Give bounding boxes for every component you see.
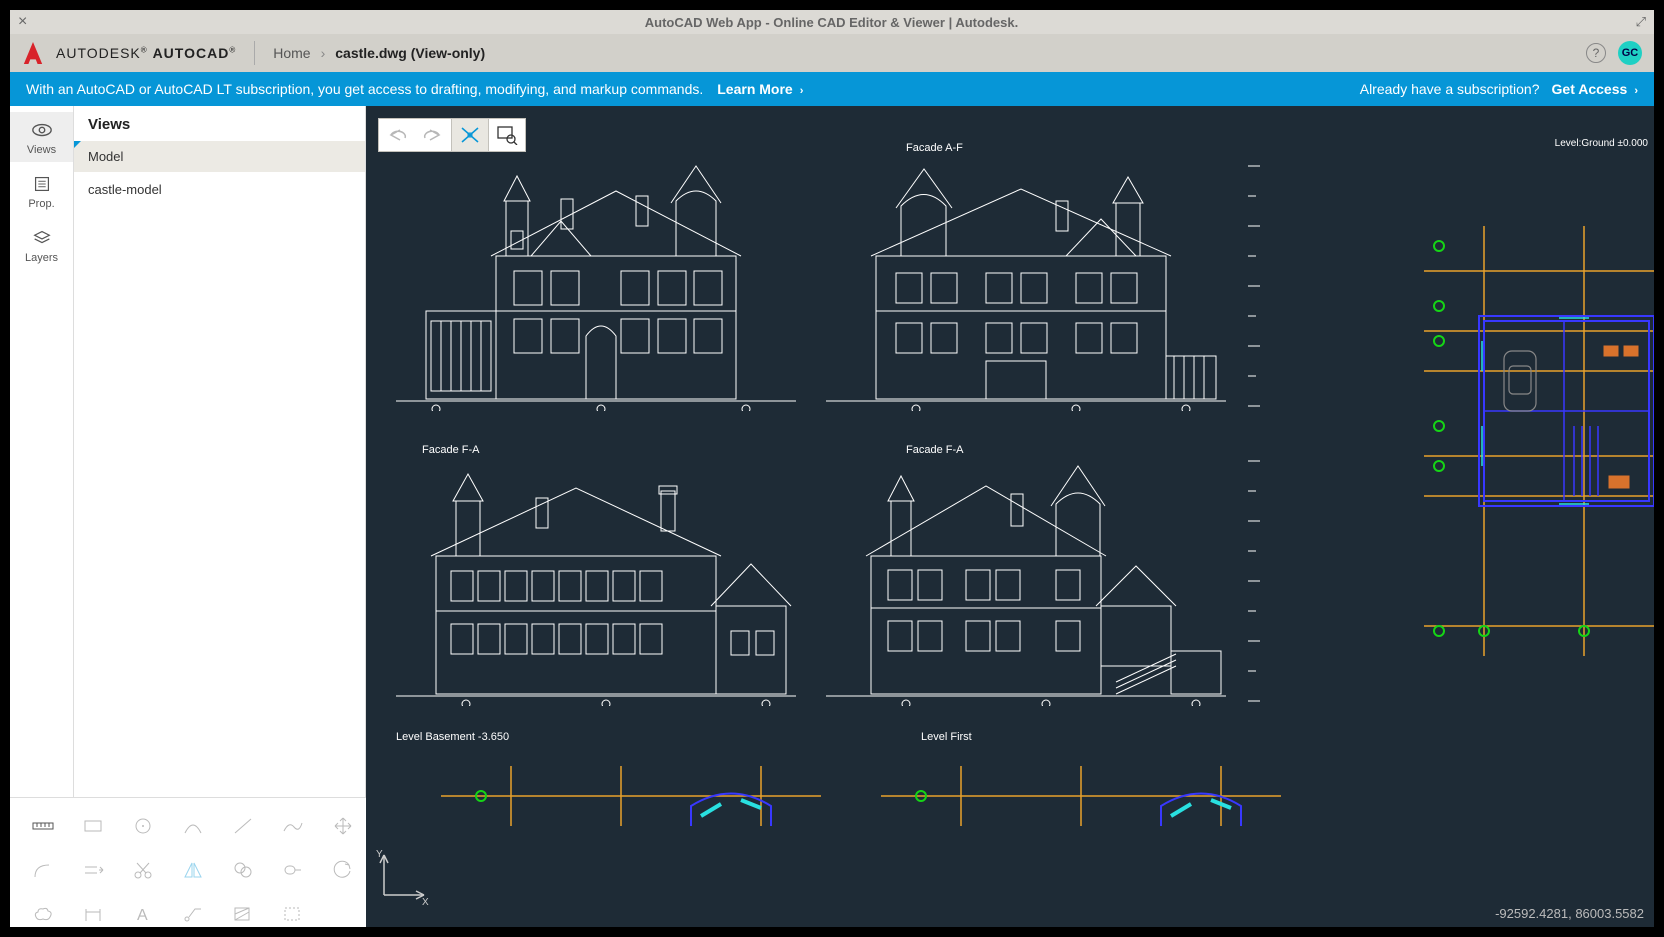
rectangle-tool[interactable] [70, 806, 116, 846]
banner-already: Already have a subscription? [1360, 81, 1540, 97]
trim-tool[interactable] [120, 850, 166, 890]
osnap-button[interactable] [452, 119, 488, 151]
circle-tool[interactable] [120, 806, 166, 846]
floor-plan [1424, 226, 1654, 656]
chevron-right-icon: › [797, 85, 804, 97]
revcloud-tool[interactable] [20, 894, 66, 934]
learn-more-link[interactable]: Learn More › [717, 81, 803, 97]
chevron-right-icon: › [1631, 85, 1638, 97]
leader-tool[interactable] [170, 894, 216, 934]
breadcrumb-file: castle.dwg (View-only) [335, 45, 485, 61]
chevron-right-icon: › [321, 45, 326, 61]
zoom-window-button[interactable] [489, 119, 525, 151]
help-icon[interactable]: ? [1586, 43, 1606, 63]
avatar[interactable]: GC [1618, 41, 1642, 65]
scale-marks [1236, 161, 1266, 711]
drawing-tools: A [10, 797, 366, 927]
label-facade-fa-left: Facade F-A [422, 444, 479, 456]
undo-button[interactable] [379, 119, 415, 151]
polyline-tool[interactable] [270, 806, 316, 846]
label-level-ground: Level:Ground ±0.000 [1555, 138, 1648, 149]
layer-tool[interactable] [270, 894, 316, 934]
copy-tool[interactable] [220, 850, 266, 890]
svg-text:Y: Y [376, 849, 383, 860]
facade-bottom-right [816, 456, 1236, 706]
panel-title: Views [74, 106, 365, 141]
ucs-icon: Y X [372, 847, 432, 907]
view-item[interactable]: castle-model [88, 182, 351, 197]
rail-views[interactable]: Views [10, 112, 73, 162]
subscription-banner: With an AutoCAD or AutoCAD LT subscripti… [10, 72, 1654, 106]
hatch-tool[interactable] [220, 894, 266, 934]
bottom-plans [441, 756, 1281, 826]
rotate-tool[interactable] [320, 850, 366, 890]
line-tool[interactable] [220, 806, 266, 846]
svg-text:A: A [137, 907, 148, 924]
rail-properties[interactable]: Prop. [10, 166, 73, 216]
facade-bottom-left [386, 456, 806, 706]
dim-tool[interactable] [70, 894, 116, 934]
label-level-basement: Level Basement -3.650 [396, 731, 509, 743]
expand-icon[interactable]: ⤢ [1628, 14, 1654, 30]
rail-layers[interactable]: Layers [10, 220, 73, 270]
window-titlebar: × AutoCAD Web App - Online CAD Editor & … [10, 10, 1654, 34]
move-tool[interactable] [320, 806, 366, 846]
label-level-first: Level First [921, 731, 972, 743]
canvas-toolbar [378, 118, 526, 152]
status-coordinates: -92592.4281, 86003.5582 [1495, 906, 1644, 921]
facade-top-right [816, 161, 1236, 411]
breadcrumb: Home › castle.dwg (View-only) [273, 45, 485, 61]
brand-text: AUTODESK® AUTOCAD® [56, 45, 236, 61]
arc-tool[interactable] [170, 806, 216, 846]
banner-message: With an AutoCAD or AutoCAD LT subscripti… [26, 81, 703, 97]
divider [254, 41, 255, 65]
label-facade-fa-right: Facade F-A [906, 444, 963, 456]
measure-tool[interactable] [20, 806, 66, 846]
text-tool[interactable]: A [120, 894, 166, 934]
svg-text:X: X [422, 897, 429, 907]
mirror-tool[interactable] [170, 850, 216, 890]
redo-button[interactable] [415, 119, 451, 151]
panel-tab-model[interactable]: Model [74, 141, 365, 172]
label-facade-af: Facade A-F [906, 142, 963, 154]
autodesk-logo-icon [22, 40, 44, 66]
app-header: AUTODESK® AUTOCAD® Home › castle.dwg (Vi… [10, 34, 1654, 72]
stretch-tool[interactable] [270, 850, 316, 890]
views-panel: Views Model castle-model [74, 106, 366, 927]
get-access-link[interactable]: Get Access › [1552, 81, 1638, 97]
fillet-tool[interactable] [20, 850, 66, 890]
close-icon[interactable]: × [10, 13, 35, 31]
window-title: AutoCAD Web App - Online CAD Editor & Vi… [35, 15, 1627, 30]
breadcrumb-home[interactable]: Home [273, 45, 310, 61]
facade-top-left [386, 161, 806, 411]
offset-tool[interactable] [70, 850, 116, 890]
drawing-canvas[interactable]: Facade A-F Facade F-A Facade F-A Level B… [366, 106, 1654, 927]
